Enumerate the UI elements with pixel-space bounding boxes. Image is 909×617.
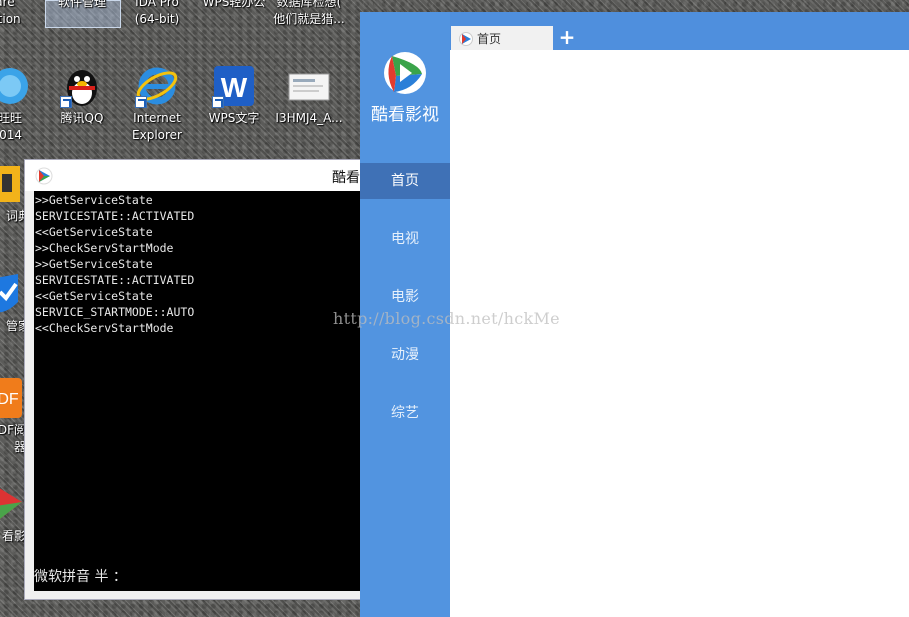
tab-label: 首页 [477,32,502,46]
console-line: >>GetServiceState [35,257,153,271]
nav-item-label: 首页 [391,173,419,189]
nav-item-label: 综艺 [391,405,419,421]
wangwang-icon [0,64,32,108]
nav-item-tv[interactable]: 电视 [360,221,450,257]
desktop-icon-label: 腾讯QQ [60,111,104,125]
desktop-icon-ida-pro[interactable]: IDA Pro (64-bit) [117,0,197,28]
desktop-icon-label: Internet Explorer [132,111,182,142]
tab-favicon-icon [459,31,473,50]
app-content-area[interactable] [450,50,909,617]
console-line: <<CheckServStartMode [35,321,174,335]
console-lines: >>GetServiceState SERVICESTATE::ACTIVATED… [34,191,365,336]
watermark: http://blog.csdn.net/hckMe [333,309,560,328]
app-logo-icon [382,50,428,96]
desktop-icon-label: IDA Pro (64-bit) [134,0,180,26]
desktop-icon-label: WPS文字 [208,111,260,125]
desktop-icon-ie[interactable]: Internet Explorer [117,64,197,144]
desktop-icon-vmware[interactable]: ware station [0,0,40,28]
desktop-icon-wps-writer[interactable]: W WPS文字 [194,64,274,127]
nav-item-label: 动漫 [391,347,419,363]
ime-status: 微软拼音 半 ： [34,569,127,585]
console-line: >>GetServiceState [35,193,153,207]
console-output[interactable]: >>GetServiceState SERVICESTATE::ACTIVATED… [34,191,365,591]
kukan-app-icon [35,167,53,189]
console-line: SERVICE_STARTMODE::AUTO [35,305,195,319]
svg-text:W: W [221,72,248,103]
app-name: 酷看影视 [371,105,439,125]
shortcut-arrow-icon [135,96,147,108]
console-line: SERVICESTATE::ACTIVATED [35,209,195,223]
desktop-icon-label: 数据库检想( 他们就是猎... [273,0,345,26]
console-line: <<GetServiceState [35,289,153,303]
console-line: >>CheckServStartMode [35,241,174,255]
shortcut-arrow-icon [60,96,72,108]
nav-item-label: 电影 [391,289,419,305]
svg-text:DF: DF [0,391,19,408]
desktop-icon-file[interactable]: I3HMJ4_A... [269,64,349,127]
desktop-icon-label: 软件管理 [57,0,106,9]
nav-item-home[interactable]: 首页 [360,163,450,199]
tab-home[interactable]: 首页 [451,26,553,50]
nav-item-label: 电视 [391,231,419,247]
desktop-icon-wps-light[interactable]: WPS轻办公 [194,0,274,11]
console-titlebar[interactable]: 酷看 [25,160,363,191]
desktop-icon-label: I3HMJ4_A... [275,111,343,125]
desktop-icon-qq[interactable]: 腾讯QQ [42,64,122,127]
internet-explorer-icon [135,64,179,108]
shortcut-arrow-icon [212,96,224,108]
nav-item-variety[interactable]: 综艺 [360,395,450,431]
console-line: SERVICESTATE::ACTIVATED [35,273,195,287]
console-title: 酷看 [332,170,360,186]
desktop-icon-label: WPS轻办公 [202,0,266,9]
console-line: <<GetServiceState [35,225,153,239]
tab-strip: 首页 + [450,12,909,50]
desktop-icon-label: ware station [0,0,21,26]
new-tab-button[interactable]: + [558,26,576,48]
nav-item-anime[interactable]: 动漫 [360,337,450,373]
console-window[interactable]: 酷看 >>GetServiceStateSERVICESTATE::ACTIVA… [24,159,365,600]
wps-writer-icon: W [212,64,256,108]
desktop-icon-software-manager[interactable]: 软件管理 [42,0,122,11]
qq-penguin-icon [60,64,104,108]
image-file-icon [287,64,331,108]
desktop-icon-database[interactable]: 数据库检想( 他们就是猎... [269,0,349,28]
